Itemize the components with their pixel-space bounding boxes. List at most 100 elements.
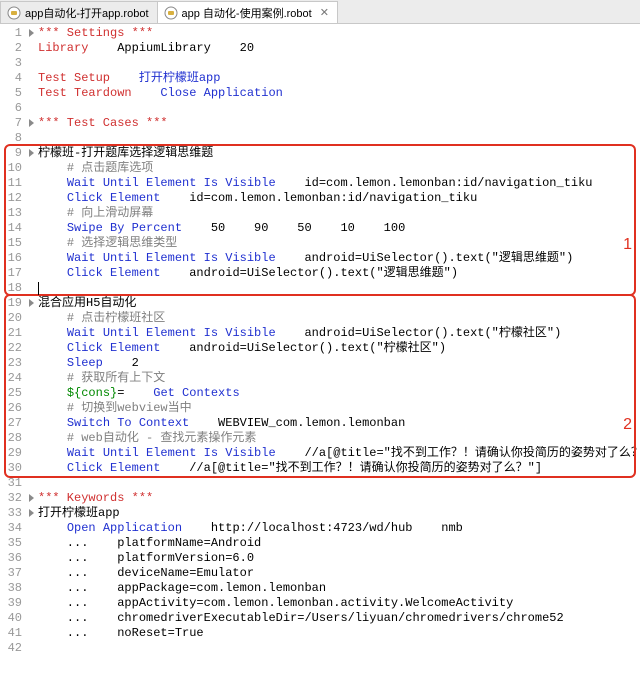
code-line[interactable]: 28 # web自动化 - 查找元素操作元素	[0, 431, 640, 446]
code-line[interactable]: 19混合应用H5自动化	[0, 296, 640, 311]
tab-file-1[interactable]: app自动化-打开app.robot	[0, 1, 158, 23]
code-line[interactable]: 17 Click Element android=UiSelector().te…	[0, 266, 640, 281]
code-line[interactable]: 4Test Setup 打开柠檬班app	[0, 71, 640, 86]
code-content: Sleep 2	[28, 356, 139, 371]
code-line[interactable]: 14 Swipe By Percent 50 90 50 10 100	[0, 221, 640, 236]
gutter-line-number: 27	[0, 416, 28, 431]
robot-file-icon	[7, 6, 21, 20]
code-line[interactable]: 5Test Teardown Close Application	[0, 86, 640, 101]
code-line[interactable]: 39 ... appActivity=com.lemon.lemonban.ac…	[0, 596, 640, 611]
gutter-line-number: 10	[0, 161, 28, 176]
gutter-line-number: 3	[0, 56, 28, 71]
gutter-line-number: 22	[0, 341, 28, 356]
code-line[interactable]: 21 Wait Until Element Is Visible android…	[0, 326, 640, 341]
gutter-line-number: 30	[0, 461, 28, 476]
code-content: 柠檬班-打开题库选择逻辑思维题	[28, 146, 213, 161]
code-line[interactable]: 26 # 切换到webview当中	[0, 401, 640, 416]
robot-file-icon	[164, 6, 178, 20]
gutter-line-number: 40	[0, 611, 28, 626]
code-line[interactable]: 35 ... platformName=Android	[0, 536, 640, 551]
code-line[interactable]: 33打开柠檬班app	[0, 506, 640, 521]
code-line[interactable]: 36 ... platformVersion=6.0	[0, 551, 640, 566]
text-cursor	[38, 282, 39, 295]
code-content: ... deviceName=Emulator	[28, 566, 254, 581]
code-line[interactable]: 27 Switch To Context WEBVIEW_com.lemon.l…	[0, 416, 640, 431]
code-content: Click Element android=UiSelector().text(…	[28, 341, 446, 356]
code-line[interactable]: 31	[0, 476, 640, 491]
code-content: # 获取所有上下文	[28, 371, 165, 386]
code-line[interactable]: 24 # 获取所有上下文	[0, 371, 640, 386]
code-content: ... platformVersion=6.0	[28, 551, 254, 566]
code-line[interactable]: 8	[0, 131, 640, 146]
code-content: 混合应用H5自动化	[28, 296, 136, 311]
gutter-line-number: 8	[0, 131, 28, 146]
gutter-line-number: 2	[0, 41, 28, 56]
code-line[interactable]: 11 Wait Until Element Is Visible id=com.…	[0, 176, 640, 191]
code-content: ... platformName=Android	[28, 536, 261, 551]
gutter-line-number: 1	[0, 26, 28, 41]
gutter-line-number: 9	[0, 146, 28, 161]
gutter-line-number: 33	[0, 506, 28, 521]
code-content: Click Element android=UiSelector().text(…	[28, 266, 458, 281]
gutter-line-number: 21	[0, 326, 28, 341]
gutter-line-number: 7	[0, 116, 28, 131]
tab-label: app自动化-打开app.robot	[25, 5, 149, 21]
gutter-line-number: 29	[0, 446, 28, 461]
gutter-line-number: 35	[0, 536, 28, 551]
code-line[interactable]: 25 ${cons}= Get Contexts	[0, 386, 640, 401]
code-content: ... appActivity=com.lemon.lemonban.activ…	[28, 596, 513, 611]
code-line[interactable]: 41 ... noReset=True	[0, 626, 640, 641]
code-line[interactable]: 1*** Settings ***	[0, 26, 640, 41]
code-content: *** Settings ***	[28, 26, 153, 41]
code-line[interactable]: 22 Click Element android=UiSelector().te…	[0, 341, 640, 356]
code-content	[28, 101, 38, 116]
code-line[interactable]: 13 # 向上滑动屏幕	[0, 206, 640, 221]
gutter-line-number: 19	[0, 296, 28, 311]
code-line[interactable]: 18	[0, 281, 640, 296]
code-line[interactable]: 23 Sleep 2	[0, 356, 640, 371]
code-content	[28, 281, 38, 296]
code-line[interactable]: 20 # 点击柠檬班社区	[0, 311, 640, 326]
tab-file-2[interactable]: app 自动化-使用案例.robot ✕	[157, 1, 338, 23]
gutter-line-number: 11	[0, 176, 28, 191]
code-line[interactable]: 42	[0, 641, 640, 656]
code-content: *** Keywords ***	[28, 491, 153, 506]
code-line[interactable]: 15 # 选择逻辑思维类型	[0, 236, 640, 251]
code-content: # 点击柠檬班社区	[28, 311, 165, 326]
code-line[interactable]: 40 ... chromedriverExecutableDir=/Users/…	[0, 611, 640, 626]
code-content: Switch To Context WEBVIEW_com.lemon.lemo…	[28, 416, 405, 431]
code-content: Click Element //a[@title="找不到工作？！请确认你投简历…	[28, 461, 542, 476]
code-line[interactable]: 2Library AppiumLibrary 20	[0, 41, 640, 56]
tab-bar: app自动化-打开app.robot app 自动化-使用案例.robot ✕	[0, 0, 640, 24]
code-line[interactable]: 29 Wait Until Element Is Visible //a[@ti…	[0, 446, 640, 461]
gutter-line-number: 26	[0, 401, 28, 416]
code-content: # web自动化 - 查找元素操作元素	[28, 431, 256, 446]
code-content: Wait Until Element Is Visible android=Ui…	[28, 251, 573, 266]
close-icon[interactable]: ✕	[320, 6, 329, 19]
code-content: *** Test Cases ***	[28, 116, 168, 131]
code-line[interactable]: 12 Click Element id=com.lemon.lemonban:i…	[0, 191, 640, 206]
code-line[interactable]: 38 ... appPackage=com.lemon.lemonban	[0, 581, 640, 596]
code-content: Open Application http://localhost:4723/w…	[28, 521, 463, 536]
code-editor[interactable]: 1*** Settings ***2Library AppiumLibrary …	[0, 24, 640, 656]
code-line[interactable]: 7*** Test Cases ***	[0, 116, 640, 131]
gutter-line-number: 36	[0, 551, 28, 566]
code-content	[28, 641, 38, 656]
code-line[interactable]: 34 Open Application http://localhost:472…	[0, 521, 640, 536]
code-content: ... appPackage=com.lemon.lemonban	[28, 581, 326, 596]
gutter-line-number: 34	[0, 521, 28, 536]
code-line[interactable]: 37 ... deviceName=Emulator	[0, 566, 640, 581]
code-line[interactable]: 32*** Keywords ***	[0, 491, 640, 506]
code-content: Click Element id=com.lemon.lemonban:id/n…	[28, 191, 477, 206]
code-line[interactable]: 9柠檬班-打开题库选择逻辑思维题	[0, 146, 640, 161]
gutter-line-number: 28	[0, 431, 28, 446]
code-line[interactable]: 16 Wait Until Element Is Visible android…	[0, 251, 640, 266]
code-line[interactable]: 10 # 点击题库选项	[0, 161, 640, 176]
code-content: Wait Until Element Is Visible android=Ui…	[28, 326, 561, 341]
gutter-line-number: 15	[0, 236, 28, 251]
code-line[interactable]: 6	[0, 101, 640, 116]
code-line[interactable]: 30 Click Element //a[@title="找不到工作？！请确认你…	[0, 461, 640, 476]
code-content	[28, 131, 38, 146]
code-line[interactable]: 3	[0, 56, 640, 71]
gutter-line-number: 18	[0, 281, 28, 296]
